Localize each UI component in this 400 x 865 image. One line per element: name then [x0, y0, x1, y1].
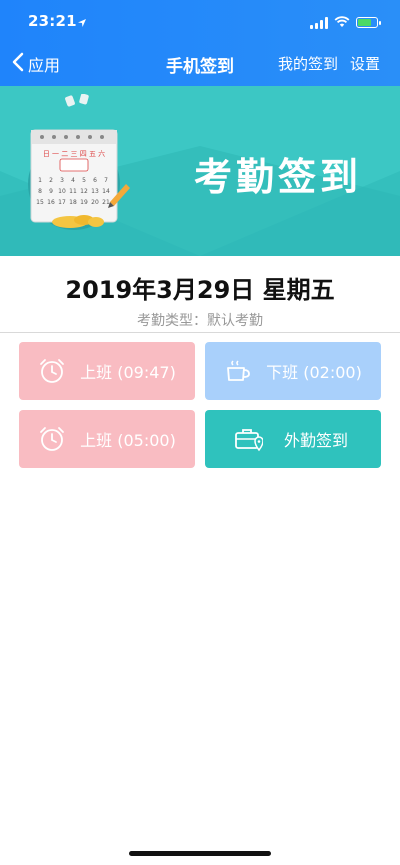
calendar-day-number: 6 — [93, 177, 97, 184]
nav-bar: 应用 手机签到 我的签到 设置 — [0, 44, 400, 86]
status-icons — [310, 13, 381, 32]
field-checkin-label: 外勤签到 — [283, 431, 348, 450]
calendar-day-number: 14 — [102, 188, 110, 195]
calendar-day-number: 18 — [69, 199, 77, 206]
settings-link[interactable]: 设置 — [350, 53, 380, 74]
calendar-day-number: 21 — [102, 199, 110, 206]
calendar-day-number: 19 — [80, 199, 88, 206]
calendar-day-number: 3 — [60, 177, 64, 184]
check-out-label: 下班 (02:00) — [266, 363, 362, 382]
banner-title: 考勤签到 — [193, 155, 362, 199]
calendar-day-number: 20 — [91, 199, 99, 206]
date-section: 2019年3月29日 星期五 考勤类型：默认考勤 — [0, 256, 400, 333]
calendar-day-number: 5 — [82, 177, 86, 184]
calendar-day-number: 17 — [58, 199, 66, 206]
field-checkin-button[interactable]: 外勤签到 — [205, 410, 381, 468]
calendar-illustration-icon: 日 一 二 三 四 五 六 1 2 3 4 5 6 78 9 10 11 12 13 1415 16 17 1… — [28, 94, 130, 230]
calendar-day-number: 9 — [49, 188, 53, 195]
check-in-second-label: 上班 (05:00) — [80, 431, 176, 450]
calendar-day-number: 12 — [80, 188, 88, 195]
calendar-day-number: 1 — [38, 177, 42, 184]
my-checkin-link[interactable]: 我的签到 — [278, 53, 338, 74]
check-out-button[interactable]: 下班 (02:00) — [205, 342, 381, 400]
status-time: 23:21 — [28, 12, 77, 30]
svg-text:日 一 二 三 四 五 六: 日 一 二 三 四 五 六 — [43, 149, 105, 158]
check-in-second-button[interactable]: 上班 (05:00) — [19, 410, 195, 468]
calendar-day-number: 7 — [104, 177, 108, 184]
calendar-day-number: 13 — [91, 188, 99, 195]
calendar-day-number: 4 — [71, 177, 75, 184]
check-in-morning-label: 上班 (09:47) — [80, 363, 176, 382]
back-button[interactable]: 应用 — [12, 52, 60, 76]
back-label: 应用 — [28, 56, 61, 75]
calendar-day-number: 15 — [36, 199, 44, 206]
calendar-day-number: 16 — [47, 199, 55, 206]
calendar-day-number: 11 — [69, 188, 77, 195]
attendance-type: 考勤类型：默认考勤 — [137, 313, 263, 329]
home-indicator[interactable] — [129, 851, 271, 856]
chevron-left-icon — [12, 52, 24, 76]
wifi-icon — [334, 13, 350, 32]
check-in-morning-button[interactable]: 上班 (09:47) — [19, 342, 195, 400]
header: 23:21 应用 手机签到 我的签到 设置 — [0, 0, 400, 86]
status-bar: 23:21 — [0, 0, 400, 44]
cellular-signal-icon — [310, 16, 328, 29]
banner: 日 一 二 三 四 五 六 1 2 3 4 5 6 7 8 9 10 11 12 13 14 15 16 17 1… — [0, 86, 400, 256]
calendar-day-number: 10 — [58, 188, 66, 195]
current-date: 2019年3月29日 星期五 — [65, 276, 335, 304]
calendar-day-number: 2 — [49, 177, 53, 184]
battery-icon — [356, 17, 381, 28]
calendar-day-number: 8 — [38, 188, 42, 195]
location-arrow-icon — [77, 13, 87, 32]
